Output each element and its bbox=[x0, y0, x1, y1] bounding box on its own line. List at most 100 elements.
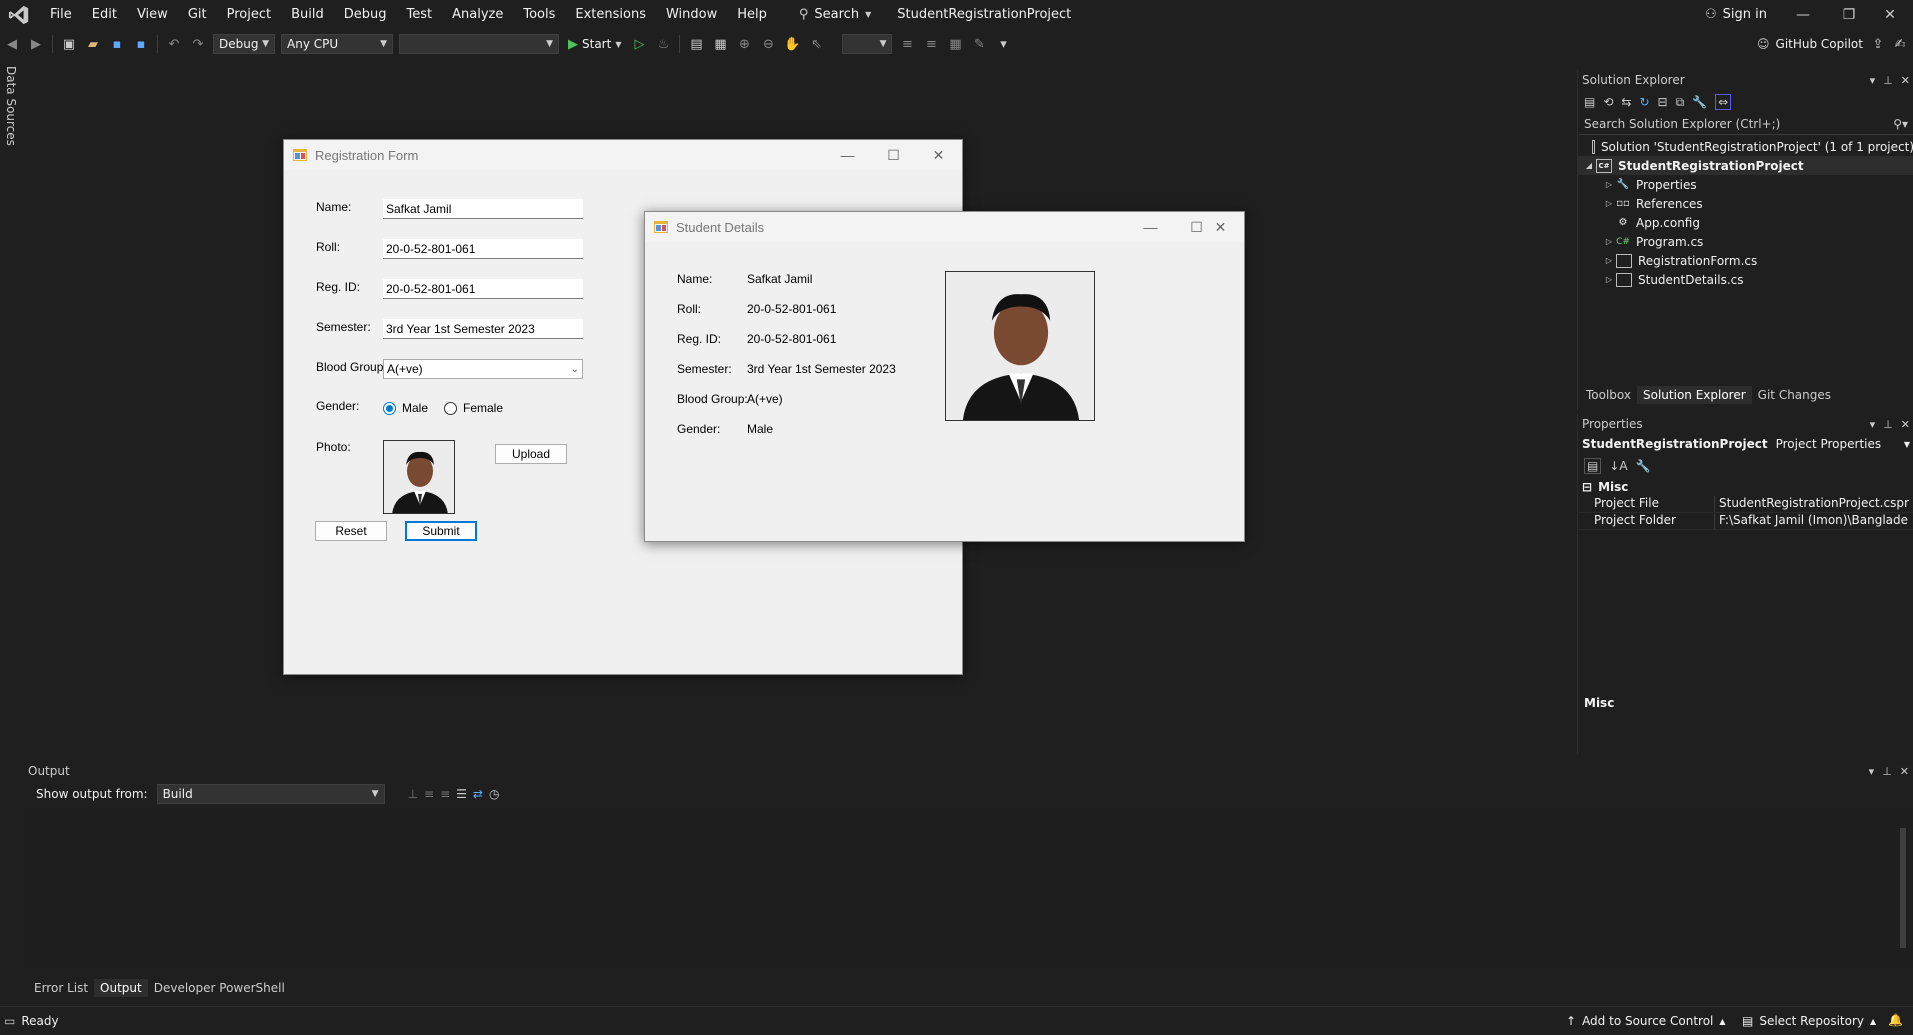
add-to-source-control-button[interactable]: ↑ Add to Source Control ▲ bbox=[1566, 1007, 1726, 1035]
tree-project[interactable]: ◢ C# StudentRegistrationProject bbox=[1578, 156, 1913, 175]
pin-icon[interactable]: ⊥ bbox=[1883, 74, 1893, 87]
tab-output[interactable]: Output bbox=[94, 979, 148, 997]
tab-git-changes[interactable]: Git Changes bbox=[1752, 386, 1837, 404]
collapsed-arrow-icon[interactable]: ▷ bbox=[1602, 237, 1616, 246]
collapsed-arrow-icon[interactable]: ▷ bbox=[1602, 275, 1616, 284]
form-close-button[interactable]: ✕ bbox=[916, 140, 961, 170]
tab-developer-powershell[interactable]: Developer PowerShell bbox=[148, 979, 291, 997]
tab-solution-explorer[interactable]: Solution Explorer bbox=[1637, 386, 1752, 404]
reset-button[interactable]: Reset bbox=[315, 521, 387, 541]
tab-toolbox[interactable]: Toolbox bbox=[1580, 386, 1637, 404]
undo-icon[interactable]: ↶ bbox=[165, 35, 183, 53]
grid-icon[interactable]: ▦ bbox=[946, 35, 964, 53]
tab-error-list[interactable]: Error List bbox=[28, 979, 94, 997]
open-folder-icon[interactable]: ▰ bbox=[84, 35, 102, 53]
menu-window[interactable]: Window bbox=[656, 0, 727, 29]
align-left-icon[interactable]: ≡ bbox=[898, 35, 916, 53]
menu-analyze[interactable]: Analyze bbox=[442, 0, 513, 29]
window-position-icon[interactable]: ▾ bbox=[1870, 74, 1876, 87]
output-source-select[interactable]: Build ▼ bbox=[156, 784, 385, 804]
solution-search-input[interactable]: Search Solution Explorer (Ctrl+;) ⚲▾ bbox=[1579, 114, 1913, 135]
copilot-button[interactable]: ☺ GitHub Copilot bbox=[1757, 29, 1863, 59]
property-row-project-folder[interactable]: Project Folder F:\Safkat Jamil (Imon)\Ba… bbox=[1578, 513, 1913, 530]
menu-debug[interactable]: Debug bbox=[334, 0, 397, 29]
collapsed-arrow-icon[interactable]: ▷ bbox=[1602, 180, 1616, 189]
pointer-icon[interactable]: ⇖ bbox=[807, 35, 825, 53]
menu-build[interactable]: Build bbox=[281, 0, 334, 29]
pan-icon[interactable]: ✋ bbox=[783, 35, 801, 53]
feedback-icon[interactable]: ✍ bbox=[1891, 35, 1909, 53]
clear-all-icon[interactable]: ☰ bbox=[456, 787, 467, 801]
tree-solution[interactable]: Solution 'StudentRegistrationProject' (1… bbox=[1578, 137, 1913, 156]
tree-item-program[interactable]: ▷ C# Program.cs bbox=[1578, 232, 1913, 251]
output-text-area[interactable] bbox=[24, 808, 1894, 968]
redo-icon[interactable]: ↷ bbox=[189, 35, 207, 53]
wand-icon[interactable]: ✎ bbox=[970, 35, 988, 53]
alphabetical-icon[interactable]: ↓A bbox=[1609, 459, 1627, 473]
collapse-all-icon[interactable]: ⊟ bbox=[1658, 95, 1668, 109]
platform-select[interactable]: Any CPU ▼ bbox=[281, 34, 393, 54]
history-icon[interactable]: ⟲ bbox=[1603, 95, 1613, 109]
gender-female-radio[interactable] bbox=[444, 402, 457, 415]
blood-group-select[interactable]: A(+ve) ⌄ bbox=[383, 359, 583, 379]
gender-male-label[interactable]: Male bbox=[402, 401, 428, 415]
preview-icon[interactable]: ⇔ bbox=[1715, 94, 1732, 110]
zoom-select[interactable]: ▼ bbox=[842, 34, 893, 54]
share-icon[interactable]: ⇪ bbox=[1869, 35, 1887, 53]
next-message-icon[interactable]: ≡ bbox=[440, 787, 450, 801]
tree-item-references[interactable]: ▷ ▫▫ References bbox=[1578, 194, 1913, 213]
zoom-out-icon[interactable]: ⊖ bbox=[759, 35, 777, 53]
menu-file[interactable]: File bbox=[40, 0, 82, 29]
close-icon[interactable]: ✕ bbox=[1901, 74, 1910, 87]
menu-test[interactable]: Test bbox=[397, 0, 443, 29]
startup-item-select[interactable]: ▼ bbox=[399, 34, 559, 54]
regid-field[interactable]: 20-0-52-801-061 bbox=[383, 279, 583, 299]
tree-item-studentdetails[interactable]: ▷ StudentDetails.cs bbox=[1578, 270, 1913, 289]
gender-male-radio[interactable] bbox=[383, 402, 396, 415]
scroll-thumb[interactable] bbox=[1900, 828, 1906, 948]
tree-item-properties[interactable]: ▷ 🔧 Properties bbox=[1578, 175, 1913, 194]
close-button[interactable]: ✕ bbox=[1867, 0, 1913, 29]
hot-reload-icon[interactable]: ♨ bbox=[654, 35, 672, 53]
sign-in-button[interactable]: ⚇ Sign in bbox=[1705, 0, 1767, 29]
zoom-in-icon[interactable]: ⊕ bbox=[735, 35, 753, 53]
name-field[interactable]: Safkat Jamil bbox=[383, 199, 583, 219]
layout-icon[interactable]: ▦ bbox=[711, 35, 729, 53]
forward-icon[interactable]: ▶ bbox=[27, 35, 45, 53]
menu-git[interactable]: Git bbox=[178, 0, 217, 29]
align-right-icon[interactable]: ≡ bbox=[922, 35, 940, 53]
expanded-arrow-icon[interactable]: ◢ bbox=[1582, 161, 1596, 170]
gender-female-label[interactable]: Female bbox=[463, 401, 503, 415]
sync-icon[interactable]: ⇆ bbox=[1621, 95, 1631, 109]
menu-view[interactable]: View bbox=[127, 0, 178, 29]
select-repository-button[interactable]: ▤ Select Repository ▲ bbox=[1742, 1007, 1876, 1035]
data-sources-tab[interactable]: Data Sources bbox=[4, 66, 18, 146]
collapsed-arrow-icon[interactable]: ▷ bbox=[1602, 199, 1616, 208]
back-icon[interactable]: ◀ bbox=[3, 35, 21, 53]
properties-icon[interactable]: 🔧 bbox=[1692, 95, 1707, 109]
property-row-project-file[interactable]: Project File StudentRegistrationProject.… bbox=[1578, 496, 1913, 513]
details-minimize-button[interactable]: — bbox=[1128, 212, 1173, 242]
notifications-icon[interactable]: 🔔 bbox=[1888, 1013, 1903, 1027]
minimize-button[interactable]: — bbox=[1780, 0, 1826, 29]
visual-studio-logo-icon[interactable] bbox=[8, 4, 30, 26]
browser-link-icon[interactable]: ▤ bbox=[687, 35, 705, 53]
pin-icon[interactable]: ⊥ bbox=[1883, 418, 1893, 431]
window-position-icon[interactable]: ▾ bbox=[1870, 418, 1876, 431]
find-message-icon[interactable]: ⊥ bbox=[408, 787, 418, 801]
restore-button[interactable]: ❐ bbox=[1826, 0, 1872, 29]
refresh-icon[interactable]: ↻ bbox=[1639, 95, 1649, 109]
overflow-icon[interactable]: ▾ bbox=[994, 35, 1012, 53]
pin-icon[interactable]: ⊥ bbox=[1882, 765, 1892, 778]
timestamp-icon[interactable]: ◷ bbox=[489, 787, 499, 801]
collapsed-arrow-icon[interactable]: ▷ bbox=[1602, 256, 1616, 265]
save-icon[interactable]: ▪ bbox=[108, 35, 126, 53]
property-pages-icon[interactable]: 🔧 bbox=[1636, 459, 1651, 473]
close-icon[interactable]: ✕ bbox=[1901, 418, 1910, 431]
menu-extensions[interactable]: Extensions bbox=[565, 0, 656, 29]
switch-views-icon[interactable]: ▤ bbox=[1584, 95, 1595, 109]
tree-item-registrationform[interactable]: ▷ RegistrationForm.cs bbox=[1578, 251, 1913, 270]
show-all-files-icon[interactable]: ⧉ bbox=[1676, 95, 1685, 110]
window-position-icon[interactable]: ▾ bbox=[1869, 765, 1875, 778]
close-icon[interactable]: ✕ bbox=[1900, 765, 1909, 778]
